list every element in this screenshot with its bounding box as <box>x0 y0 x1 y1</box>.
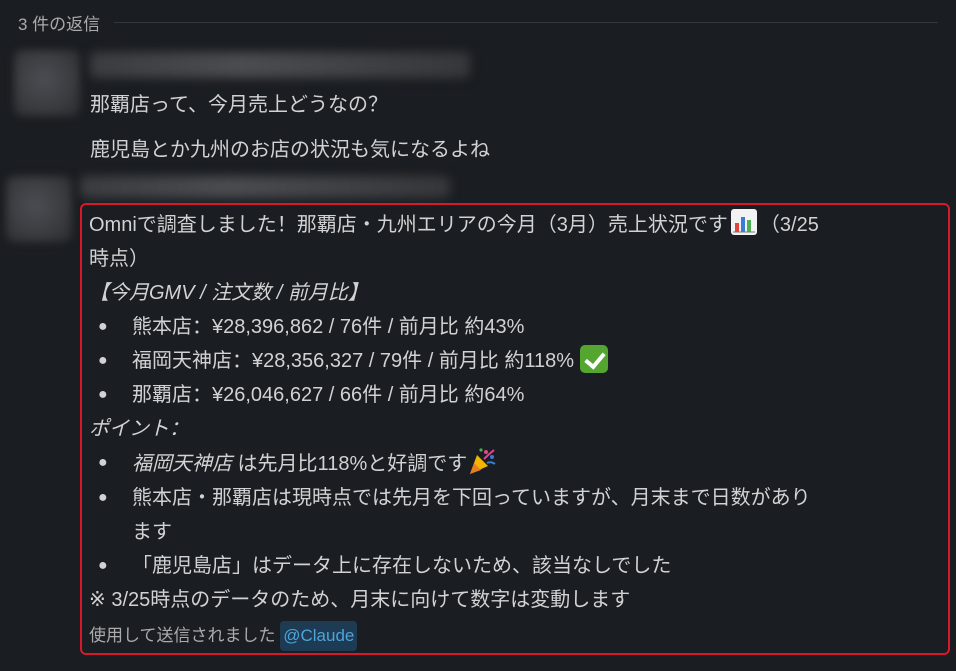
blurred-user-name[interactable] <box>90 52 470 78</box>
list-item: ● 熊本店：¥28,396,862 / 76件 / 前月比 約43% <box>89 310 949 344</box>
intro-paragraph: Omniで調査しました！那覇店・九州エリアの今月（3月）売上状況です （3/25… <box>89 208 949 276</box>
check-mark-icon <box>580 345 609 373</box>
store-stat: 那覇店：¥26,046,627 / 66件 / 前月比 約64% <box>132 384 525 406</box>
point-text: 「鹿児島店」はデータ上に存在しないため、該当なしでした <box>132 555 672 577</box>
section-heading: 【今月GMV / 注文数 / 前月比】 <box>89 282 368 304</box>
store-stat: 福岡天神店：¥28,356,327 / 79件 / 前月比 約118% <box>132 350 575 372</box>
bullet: ● <box>98 352 108 369</box>
bullet: ● <box>98 318 108 335</box>
blurred-user-name[interactable] <box>80 176 450 198</box>
point-text: ます <box>132 521 172 543</box>
list-item: ● 熊本店・那覇店は現時点では先月を下回っていますが、月末まで日数があり ます <box>89 481 949 549</box>
replies-divider <box>114 22 938 23</box>
bullet: ● <box>98 489 108 506</box>
bar-chart-icon <box>730 209 757 235</box>
sent-via-label: 使用して送信されました <box>89 626 276 645</box>
store-stat: 熊本店：¥28,396,862 / 76件 / 前月比 約43% <box>132 316 525 338</box>
message-text-line: 那覇店って、今月売上どうなの？ <box>90 94 388 116</box>
store-list: ● 熊本店：¥28,396,862 / 76件 / 前月比 約43% ● 福岡天… <box>89 310 949 412</box>
replies-count: 3 件の返信 <box>18 15 101 34</box>
points-list: ● 福岡天神店 は先月比118%と好調です ● 熊本店・那覇店は現時点では先月を… <box>89 446 949 583</box>
replies-header: 3 件の返信 <box>18 10 938 35</box>
intro-text: Omniで調査しました！那覇店・九州エリアの今月（3月）売上状況です <box>89 214 728 236</box>
avatar[interactable] <box>14 50 80 116</box>
list-item: ● 福岡天神店：¥28,356,327 / 79件 / 前月比 約118% <box>89 344 949 378</box>
point-store-name: 福岡天神店 <box>132 453 232 475</box>
avatar[interactable] <box>6 176 72 242</box>
intro-suffix: （3/25 <box>759 214 819 236</box>
bullet: ● <box>98 557 108 574</box>
list-item: ● 「鹿児島店」はデータ上に存在しないため、該当なしでした <box>89 549 949 583</box>
points-heading: ポイント： <box>89 418 189 440</box>
point-text: 熊本店・那覇店は現時点では先月を下回っていますが、月末まで日数があり <box>132 487 811 509</box>
party-popper-icon <box>470 448 496 474</box>
sent-via-footer: 使用して送信されました @Claude <box>89 621 949 651</box>
list-item: ● 福岡天神店 は先月比118%と好調です <box>89 446 949 481</box>
note-text: ※ 3/25時点のデータのため、月末に向けて数字は変動します <box>89 589 631 611</box>
message-text-line: 鹿児島とか九州のお店の状況も気になるよね <box>90 139 490 161</box>
intro-line2: 時点） <box>89 248 149 270</box>
bullet: ● <box>98 454 108 471</box>
bot-reply-message: Omniで調査しました！那覇店・九州エリアの今月（3月）売上状況です （3/25… <box>89 208 949 651</box>
thread-view: 3 件の返信 那覇店って、今月売上どうなの？ 鹿児島とか九州のお店の状況も気にな… <box>0 0 956 671</box>
bullet: ● <box>98 386 108 403</box>
mention-link[interactable]: @Claude <box>280 621 358 651</box>
point-text: は先月比118%と好調です <box>232 453 468 475</box>
list-item: ● 那覇店：¥26,046,627 / 66件 / 前月比 約64% <box>89 378 949 412</box>
